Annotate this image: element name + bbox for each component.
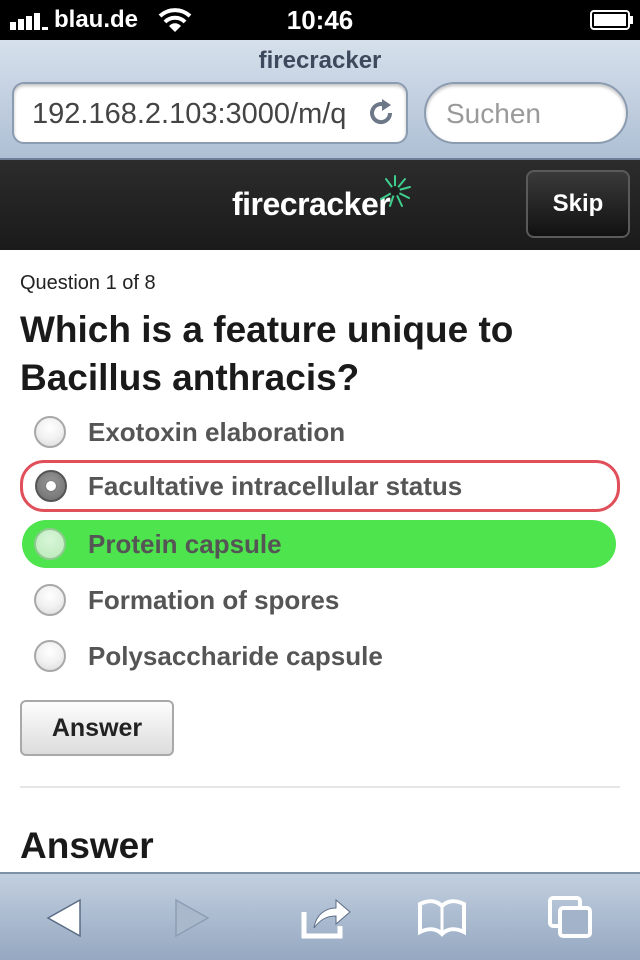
- answer-heading: Answer: [20, 825, 154, 866]
- search-placeholder: Suchen: [446, 98, 541, 129]
- answer-button[interactable]: Answer: [20, 700, 174, 756]
- radio-button-checked[interactable]: [35, 470, 67, 502]
- bookmarks-button[interactable]: [412, 890, 472, 946]
- radio-button[interactable]: [34, 584, 66, 616]
- question-counter: Question 1 of 8: [20, 272, 156, 294]
- answer-option-selected[interactable]: Facultative intracellular status: [20, 460, 620, 512]
- forward-button[interactable]: [162, 890, 222, 946]
- browser-toolbar: [0, 872, 640, 960]
- tabs-icon: [548, 896, 592, 938]
- url-text: 192.168.2.103:3000/m/q: [32, 98, 347, 130]
- back-button[interactable]: [34, 890, 94, 946]
- answer-option[interactable]: Polysaccharide capsule: [22, 632, 616, 680]
- share-icon: [301, 898, 351, 939]
- forward-icon: [175, 898, 210, 938]
- answer-option-correct[interactable]: Protein capsule: [22, 520, 616, 568]
- option-label: Formation of spores: [88, 585, 340, 615]
- bookmarks-icon: [418, 899, 466, 937]
- radio-button[interactable]: [34, 416, 66, 448]
- battery-icon: [590, 10, 633, 30]
- back-icon: [46, 898, 81, 938]
- clock: 10:46: [286, 5, 354, 35]
- option-label: Polysaccharide capsule: [88, 641, 383, 671]
- divider: [20, 786, 620, 788]
- reload-icon[interactable]: [366, 98, 396, 128]
- app-header: firecracker Skip: [0, 160, 640, 250]
- radio-button[interactable]: [34, 640, 66, 672]
- option-label: Facultative intracellular status: [88, 471, 463, 501]
- option-label: Protein capsule: [88, 529, 282, 559]
- question-text: Which is a feature unique to Bacillus an…: [20, 309, 514, 398]
- search-field[interactable]: Suchen: [424, 82, 628, 144]
- browser-chrome: firecracker 192.168.2.103:3000/m/q Suche…: [0, 40, 640, 160]
- logo-text: firecracker: [232, 186, 391, 222]
- share-button[interactable]: [296, 890, 356, 946]
- answer-option[interactable]: Exotoxin elaboration: [22, 408, 616, 456]
- url-field[interactable]: 192.168.2.103:3000/m/q: [12, 82, 408, 144]
- radio-dot: [46, 481, 56, 491]
- answer-option[interactable]: Formation of spores: [22, 576, 616, 624]
- browser-page-title: firecracker: [258, 47, 382, 74]
- firework-burst-icon: [380, 175, 411, 207]
- radio-button[interactable]: [34, 528, 66, 560]
- status-bar: blau.de 10:46: [0, 0, 640, 40]
- tabs-button[interactable]: [540, 890, 600, 946]
- skip-button[interactable]: Skip: [526, 170, 630, 238]
- option-label: Exotoxin elaboration: [88, 417, 346, 447]
